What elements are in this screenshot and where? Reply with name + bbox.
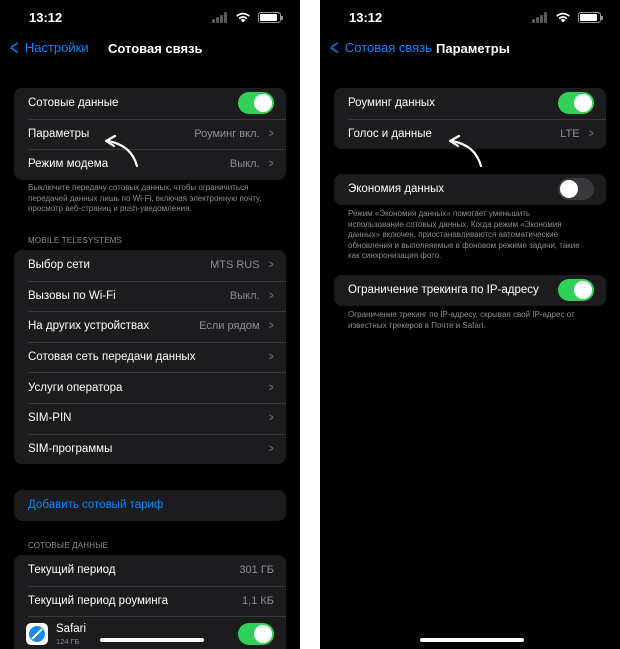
row-options[interactable]: Параметры Роуминг вкл. >: [14, 118, 286, 150]
row-label: Сотовая сеть передачи данных: [28, 351, 196, 364]
row-label: Вызовы по Wi-Fi: [28, 289, 116, 302]
row-label: Ограничение трекинга по IP-адресу: [348, 284, 539, 297]
row-value: 1,1 КБ: [242, 594, 274, 607]
status-icons: [212, 12, 284, 23]
row-label: На других устройствах: [28, 320, 150, 333]
row-network-selection[interactable]: Выбор сети MTS RUS >: [14, 250, 286, 281]
row-sim-applications[interactable]: SIM-программы >: [14, 433, 286, 465]
row-sim-pin[interactable]: SIM-PIN >: [14, 402, 286, 434]
low-data-footnote: Режим «Экономия данных» помогает уменьши…: [348, 209, 580, 260]
row-app-safari[interactable]: Safari 124 ГБ: [14, 616, 286, 649]
section-header-cellular-data: СОТОВЫЕ ДАННЫЕ: [28, 541, 109, 550]
row-label: Текущий период роуминга: [28, 594, 168, 607]
battery-icon: [578, 12, 603, 23]
annotation-arrow-icon: [448, 134, 483, 168]
row-label: SIM-PIN: [28, 412, 72, 425]
row-personal-hotspot[interactable]: Режим модема Выкл. >: [14, 149, 286, 180]
nav-bar: < Настройки Сотовая связь: [0, 36, 300, 62]
row-label: Сотовые данные: [28, 97, 119, 110]
row-label: Услуги оператора: [28, 381, 123, 394]
row-cellular-data[interactable]: Сотовые данные: [14, 88, 286, 119]
add-plan-group: Добавить сотовый тариф: [14, 490, 286, 521]
chevron-left-icon: <: [10, 34, 19, 60]
toggle-icon[interactable]: [238, 92, 274, 115]
app-text: Safari 124 ГБ: [56, 623, 238, 646]
row-label: Экономия данных: [348, 183, 445, 196]
chevron-right-icon: >: [268, 289, 274, 302]
row-value: LTE: [560, 127, 580, 140]
row-label: Выбор сети: [28, 259, 90, 272]
cellular-main-group: Сотовые данные Параметры Роуминг вкл. > …: [14, 88, 286, 180]
row-value: MTS RUS: [210, 259, 260, 272]
chevron-right-icon: >: [268, 381, 274, 394]
status-bar: 13:12: [0, 0, 300, 34]
row-low-data-mode[interactable]: Экономия данных: [334, 174, 606, 205]
row-limit-ip-tracking[interactable]: Ограничение трекинга по IP-адресу: [334, 275, 606, 306]
row-value: 301 ГБ: [239, 564, 274, 577]
section-header-carrier: MOBILE TELESYSTEMS: [28, 236, 123, 245]
add-plan-label: Добавить сотовый тариф: [28, 499, 164, 512]
page-title: Параметры: [436, 41, 510, 56]
back-button[interactable]: < Настройки: [8, 34, 89, 60]
status-icons: [532, 12, 604, 23]
chevron-right-icon: >: [268, 158, 274, 171]
row-current-roaming-period: Текущий период роуминга 1,1 КБ: [14, 585, 286, 617]
carrier-group: Выбор сети MTS RUS > Вызовы по Wi-Fi Вык…: [14, 250, 286, 465]
phone-screen-options: 13:12 < Сотовая связь Параметры Роуминг …: [320, 0, 620, 649]
row-other-devices[interactable]: На других устройствах Если рядом >: [14, 311, 286, 342]
ip-tracking-footnote: Ограничение трекинг по IP-адресу, скрыва…: [348, 310, 575, 330]
safari-app-icon: [26, 623, 48, 646]
row-label: Роуминг данных: [348, 97, 435, 110]
wifi-icon: [556, 12, 570, 23]
status-time: 13:12: [349, 10, 383, 25]
cellular-data-footnote: Выключите передачу сотовых данных, чтобы…: [28, 183, 262, 213]
row-value: Роуминг вкл.: [194, 127, 260, 140]
back-label: Сотовая связь: [344, 40, 432, 55]
home-indicator: [100, 638, 204, 642]
chevron-right-icon: >: [268, 412, 274, 425]
row-carrier-services[interactable]: Услуги оператора >: [14, 372, 286, 403]
chevron-left-icon: <: [330, 34, 339, 60]
chevron-right-icon: >: [268, 351, 274, 364]
row-label: Текущий период: [28, 564, 116, 577]
row-wifi-calling[interactable]: Вызовы по Wi-Fi Выкл. >: [14, 280, 286, 312]
toggle-icon[interactable]: [238, 623, 274, 646]
signal-icon: [212, 12, 230, 23]
back-label: Настройки: [24, 40, 89, 55]
row-value: Выкл.: [229, 289, 260, 302]
toggle-icon[interactable]: [558, 178, 594, 201]
status-time: 13:12: [29, 10, 63, 25]
row-current-period: Текущий период 301 ГБ: [14, 555, 286, 586]
chevron-right-icon: >: [268, 320, 274, 333]
chevron-right-icon: >: [268, 442, 274, 455]
annotation-arrow-icon: [104, 134, 139, 168]
row-data-roaming[interactable]: Роуминг данных: [334, 88, 606, 119]
nav-bar: < Сотовая связь Параметры: [320, 36, 620, 62]
usage-group: Текущий период 301 ГБ Текущий период роу…: [14, 555, 286, 649]
row-label: SIM-программы: [28, 442, 113, 455]
battery-icon: [258, 12, 283, 23]
chevron-right-icon: >: [268, 259, 274, 272]
page-title: Сотовая связь: [108, 41, 203, 56]
add-cellular-plan-button[interactable]: Добавить сотовый тариф: [14, 490, 286, 521]
low-data-group: Экономия данных: [334, 174, 606, 205]
chevron-right-icon: >: [588, 127, 594, 140]
row-value: Выкл.: [229, 158, 260, 171]
home-indicator: [420, 638, 524, 642]
phone-screen-cellular: 13:12 < Настройки Сотовая связь Сотовые …: [0, 0, 300, 649]
row-value: Если рядом: [199, 320, 260, 333]
signal-icon: [532, 12, 550, 23]
row-cellular-data-network[interactable]: Сотовая сеть передачи данных >: [14, 341, 286, 373]
ip-tracking-group: Ограничение трекинга по IP-адресу: [334, 275, 606, 306]
chevron-right-icon: >: [268, 127, 274, 140]
toggle-icon[interactable]: [558, 279, 594, 302]
toggle-icon[interactable]: [558, 92, 594, 115]
app-name: Safari: [56, 622, 87, 635]
status-bar: 13:12: [320, 0, 620, 34]
wifi-icon: [236, 12, 250, 23]
back-button[interactable]: < Сотовая связь: [328, 34, 432, 60]
